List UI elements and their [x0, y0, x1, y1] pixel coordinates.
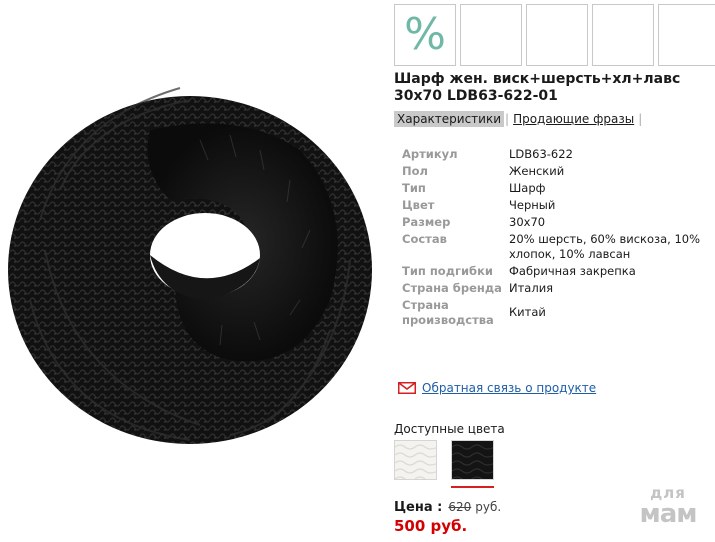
- old-price-currency: руб.: [475, 500, 502, 514]
- old-price: 620: [448, 500, 472, 514]
- color-swatch-white[interactable]: [394, 440, 437, 480]
- spec-key: Страна производства: [402, 298, 494, 327]
- color-swatch-black[interactable]: [451, 440, 494, 480]
- spec-row: Тип Шарф: [402, 181, 702, 196]
- spec-key: Тип: [402, 181, 426, 195]
- watermark-logo: для мам: [628, 486, 708, 529]
- feedback-link[interactable]: Обратная связь о продукте: [422, 381, 596, 395]
- spec-row: Состав 20% шерсть, 60% вискоза, 10% хлопо…: [402, 232, 702, 262]
- tab-separator: |: [638, 112, 643, 126]
- feedback-row: Обратная связь о продукте: [398, 381, 596, 395]
- thumbnail-4[interactable]: [592, 4, 654, 66]
- product-photo[interactable]: [0, 0, 390, 542]
- spec-value: Фабричная закрепка: [509, 264, 636, 278]
- spec-value: Черный: [509, 198, 556, 212]
- spec-value: Китай: [509, 305, 546, 319]
- spec-row: Страна производства Китай: [402, 298, 702, 328]
- spec-value: LDB63-622: [509, 147, 573, 161]
- spec-key: Артикул: [402, 147, 458, 161]
- spec-row: Тип подгибки Фабричная закрепка: [402, 264, 702, 279]
- spec-value: Женский: [509, 164, 565, 178]
- spec-value: 20% шерсть, 60% вискоза, 10% хлопок, 10%…: [509, 232, 701, 261]
- selected-swatch-indicator: [451, 486, 494, 488]
- color-swatches: [394, 440, 494, 480]
- spec-key: Размер: [402, 215, 451, 229]
- spec-value: Италия: [509, 281, 554, 295]
- price-label: Цена :: [394, 500, 443, 515]
- spec-key: Страна бренда: [402, 281, 502, 295]
- tab-separator: |: [505, 112, 510, 126]
- spec-row: Размер 30х70: [402, 215, 702, 230]
- tab-characteristics[interactable]: Характеристики: [394, 111, 505, 127]
- spec-key: Пол: [402, 164, 428, 178]
- product-title: Шарф жен. виск+шерсть+хл+лавс 30х70 LDB6…: [394, 71, 681, 104]
- new-price: 500 руб.: [394, 517, 468, 535]
- colors-label: Доступные цвета: [394, 422, 505, 436]
- spec-row: Пол Женский: [402, 164, 702, 179]
- spec-value: 30х70: [509, 215, 546, 229]
- product-tabs: Характеристики | Продающие фразы |: [394, 111, 643, 127]
- thumbnail-strip: %: [394, 4, 715, 66]
- tab-selling-phrases[interactable]: Продающие фразы: [510, 111, 637, 127]
- thumbnail-3[interactable]: [526, 4, 588, 66]
- spec-row: Страна бренда Италия: [402, 281, 702, 296]
- spec-row: Цвет Черный: [402, 198, 702, 213]
- spec-table: Артикул LDB63-622 Пол Женский Тип Шарф Цвет…: [402, 147, 702, 330]
- thumbnail-2[interactable]: [460, 4, 522, 66]
- spec-key: Цвет: [402, 198, 435, 212]
- spec-row: Артикул LDB63-622: [402, 147, 702, 162]
- envelope-icon: [398, 382, 416, 394]
- thumbnail-5[interactable]: [658, 4, 715, 66]
- percent-icon: %: [404, 9, 446, 60]
- watermark-line2: мам: [639, 499, 697, 529]
- spec-key: Состав: [402, 232, 447, 246]
- spec-key: Тип подгибки: [402, 264, 493, 278]
- spec-value: Шарф: [509, 181, 546, 195]
- price-row: Цена : 620 руб.: [394, 500, 501, 515]
- thumbnail-promo[interactable]: %: [394, 4, 456, 66]
